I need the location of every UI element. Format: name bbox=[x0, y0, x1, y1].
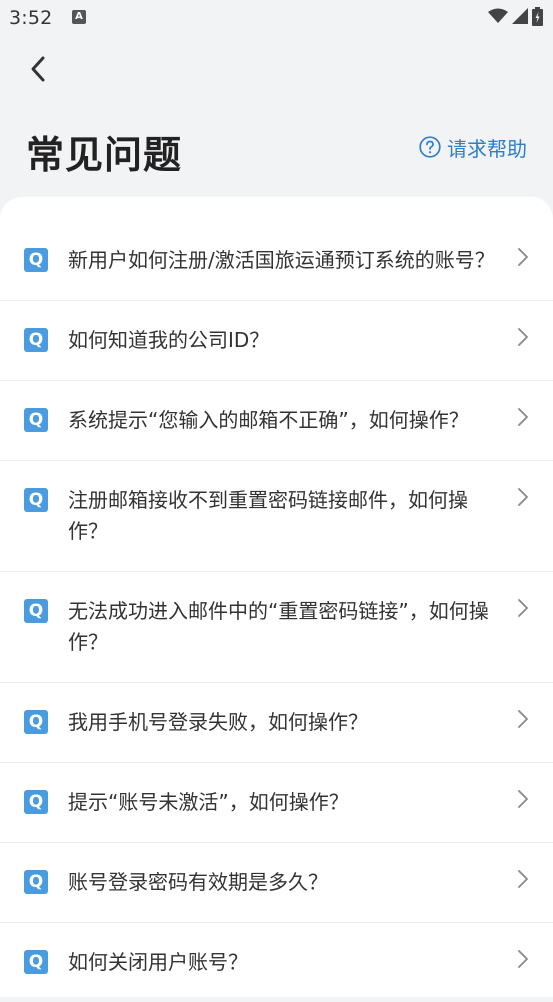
chevron-right-icon bbox=[518, 488, 528, 506]
q-badge-icon: Q bbox=[24, 408, 48, 432]
q-badge-icon: Q bbox=[24, 328, 48, 352]
chevron-right-icon bbox=[518, 710, 528, 728]
chevron-right-icon bbox=[518, 870, 528, 888]
faq-question: 账号登录密码有效期是多久？ bbox=[68, 870, 328, 894]
status-icons bbox=[488, 6, 543, 30]
status-time: 3:52 bbox=[9, 7, 53, 29]
faq-card: Q 新用户如何注册/激活国旅运通预订系统的账号？ Q 如何知道我的公司ID？ Q… bbox=[0, 197, 553, 997]
faq-question: 如何知道我的公司ID？ bbox=[68, 328, 270, 352]
faq-item[interactable]: Q 如何关闭用户账号？ bbox=[0, 923, 553, 1002]
faq-item[interactable]: Q 系统提示“您输入的邮箱不正确”，如何操作？ bbox=[0, 381, 553, 461]
notification-icon: A bbox=[72, 10, 86, 24]
chevron-right-icon bbox=[518, 328, 528, 346]
faq-item[interactable]: Q 注册邮箱接收不到重置密码链接邮件，如何操作？ bbox=[0, 461, 553, 572]
q-badge-icon: Q bbox=[24, 248, 48, 272]
faq-question: 提示“账号未激活”，如何操作？ bbox=[68, 790, 349, 814]
chevron-right-icon bbox=[518, 950, 528, 968]
faq-question: 系统提示“您输入的邮箱不正确”，如何操作？ bbox=[68, 408, 469, 432]
faq-item[interactable]: Q 无法成功进入邮件中的“重置密码链接”，如何操作？ bbox=[0, 572, 553, 683]
faq-question: 无法成功进入邮件中的“重置密码链接”，如何操作？ bbox=[68, 599, 489, 654]
faq-item[interactable]: Q 新用户如何注册/激活国旅运通预订系统的账号？ bbox=[0, 221, 553, 301]
faq-item[interactable]: Q 如何知道我的公司ID？ bbox=[0, 301, 553, 381]
faq-item[interactable]: Q 我用手机号登录失败，如何操作？ bbox=[0, 683, 553, 763]
faq-question: 如何关闭用户账号？ bbox=[68, 950, 248, 974]
q-badge-icon: Q bbox=[24, 488, 48, 512]
q-badge-icon: Q bbox=[24, 870, 48, 894]
page-title: 常见问题 bbox=[26, 133, 183, 177]
status-bar: 3:52 A bbox=[0, 0, 553, 38]
chevron-right-icon bbox=[518, 408, 528, 426]
faq-item[interactable]: Q 账号登录密码有效期是多久？ bbox=[0, 843, 553, 923]
faq-question: 新用户如何注册/激活国旅运通预订系统的账号？ bbox=[68, 248, 495, 272]
chevron-right-icon bbox=[518, 248, 528, 266]
q-badge-icon: Q bbox=[24, 599, 48, 623]
signal-icon bbox=[512, 8, 528, 28]
back-button[interactable] bbox=[22, 55, 54, 87]
q-badge-icon: Q bbox=[24, 950, 48, 974]
q-badge-icon: Q bbox=[24, 790, 48, 814]
faq-question: 我用手机号登录失败，如何操作？ bbox=[68, 710, 368, 734]
help-button[interactable]: 请求帮助 bbox=[419, 132, 527, 162]
battery-icon bbox=[532, 6, 543, 30]
faq-list: Q 新用户如何注册/激活国旅运通预订系统的账号？ Q 如何知道我的公司ID？ Q… bbox=[0, 221, 553, 1002]
faq-item[interactable]: Q 提示“账号未激活”，如何操作？ bbox=[0, 763, 553, 843]
chevron-right-icon bbox=[518, 599, 528, 617]
chevron-right-icon bbox=[518, 790, 528, 808]
wifi-icon bbox=[488, 8, 508, 28]
help-label: 请求帮助 bbox=[447, 136, 527, 161]
chevron-left-icon bbox=[29, 55, 47, 87]
question-circle-icon bbox=[419, 136, 441, 158]
faq-question: 注册邮箱接收不到重置密码链接邮件，如何操作？ bbox=[68, 488, 468, 543]
q-badge-icon: Q bbox=[24, 710, 48, 734]
